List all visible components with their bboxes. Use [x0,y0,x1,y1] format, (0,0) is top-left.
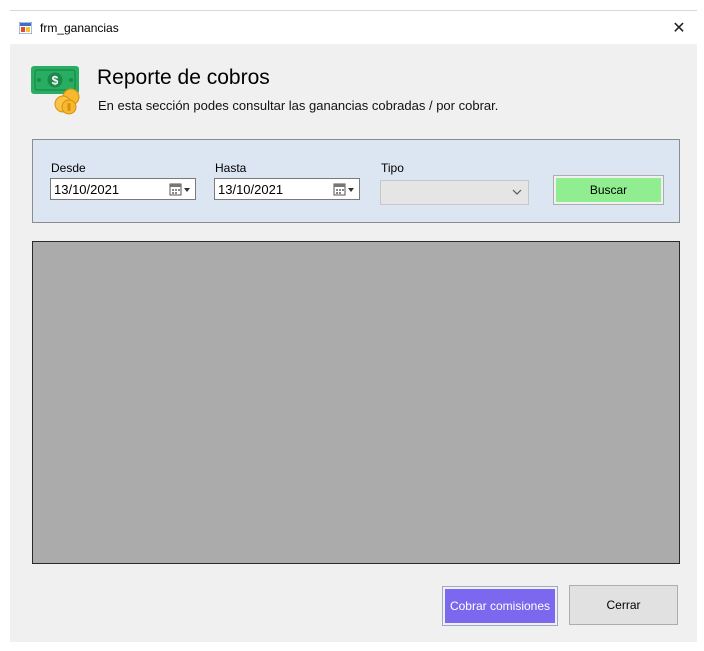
money-icon: $ [31,66,80,115]
to-date-label: Hasta [215,161,247,175]
calendar-dropdown-icon[interactable] [169,183,191,196]
type-label: Tipo [381,161,404,175]
from-date-value: 13/10/2021 [54,182,120,197]
to-date-value: 13/10/2021 [218,182,284,197]
window-title: frm_ganancias [40,21,119,35]
page-title: Reporte de cobros [97,66,270,89]
svg-text:$: $ [52,74,59,88]
filter-panel: Desde 13/10/2021 Hasta 13/10/2021 Tipo B… [32,139,680,223]
from-date-label: Desde [51,161,86,175]
charge-commissions-label: Cobrar comisiones [445,589,555,623]
app-icon [19,22,32,34]
chevron-down-icon [512,189,522,195]
calendar-dropdown-icon[interactable] [333,183,355,196]
page-subtitle: En esta sección podes consultar las gana… [98,98,499,113]
charge-commissions-button[interactable]: Cobrar comisiones [442,586,558,626]
report-window: frm_ganancias ✕ $ Reporte de cobros En e… [10,10,697,642]
close-button[interactable]: Cerrar [569,585,678,625]
search-button[interactable]: Buscar [553,175,664,205]
close-icon[interactable]: ✕ [661,11,697,44]
results-grid[interactable] [32,241,680,564]
title-bar: frm_ganancias ✕ [10,11,697,44]
to-date-picker[interactable]: 13/10/2021 [214,178,360,200]
search-button-label: Buscar [556,178,661,202]
from-date-picker[interactable]: 13/10/2021 [50,178,196,200]
type-select[interactable] [380,180,529,205]
